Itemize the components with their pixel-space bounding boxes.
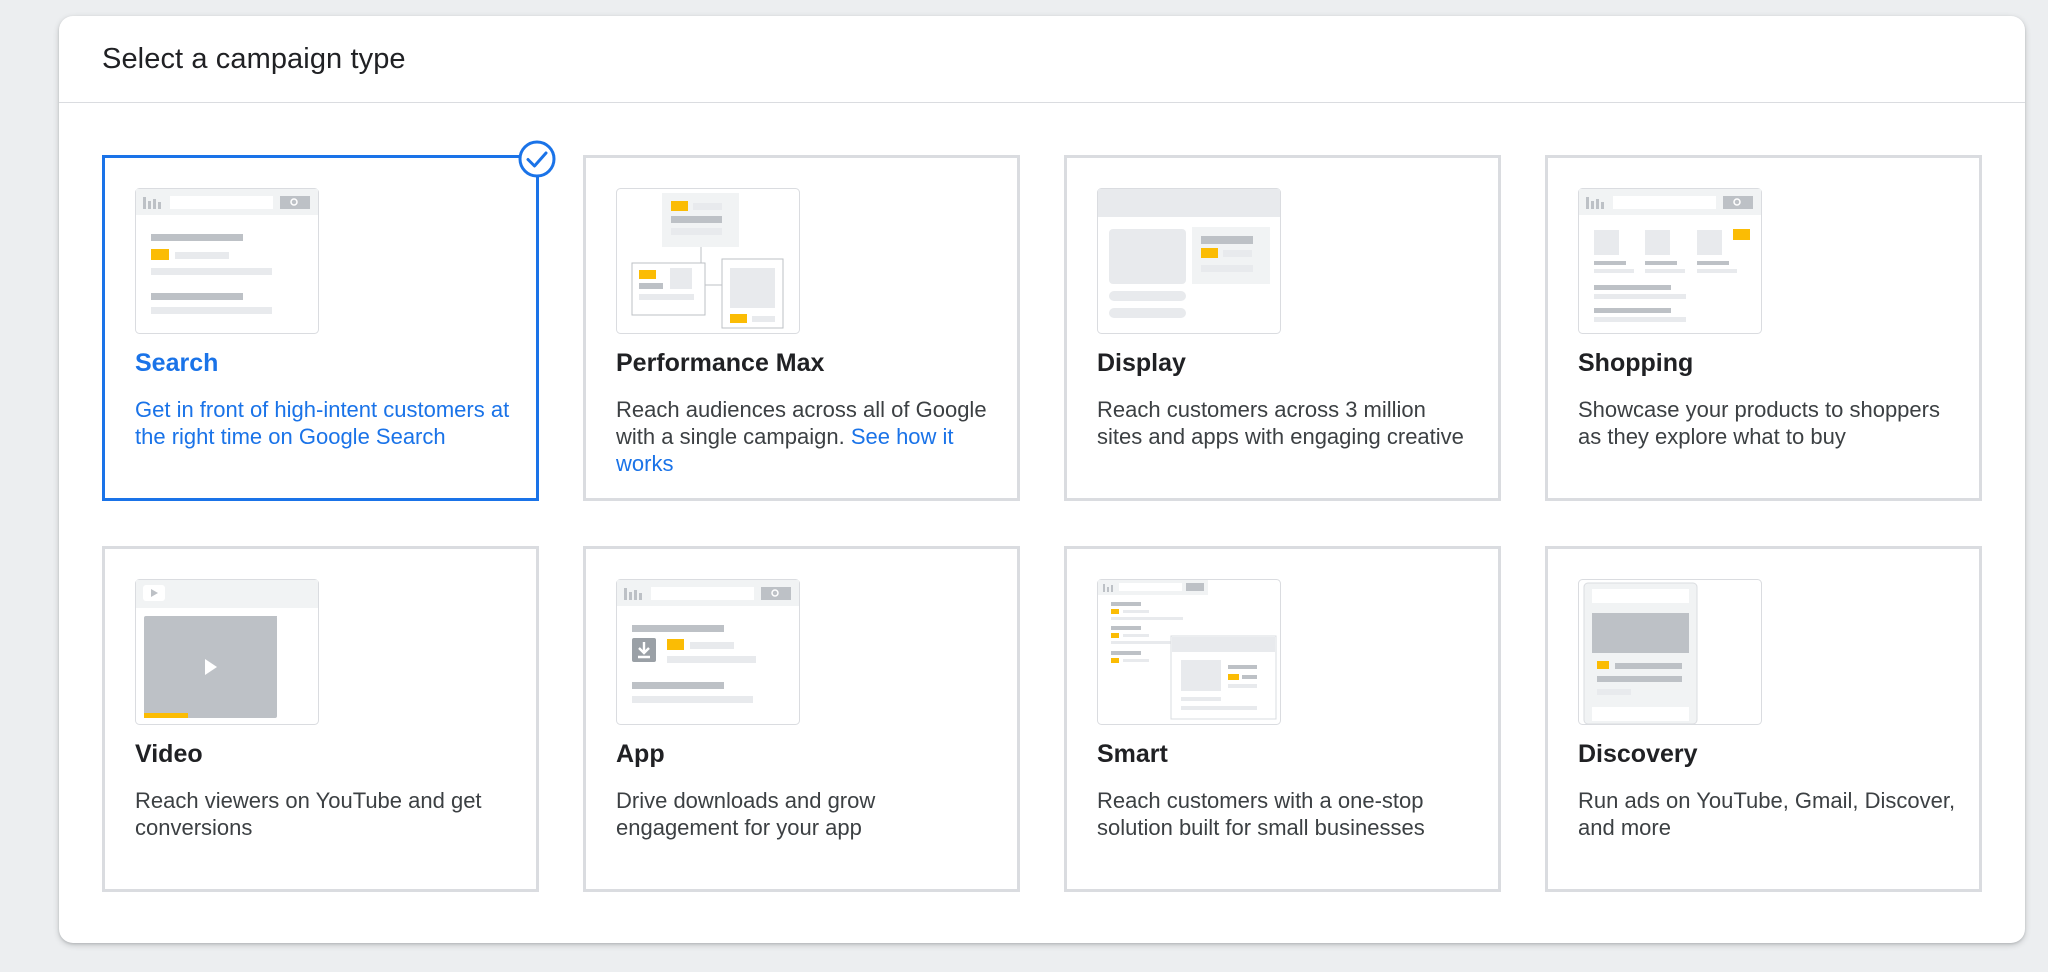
- dialog-header: Select a campaign type: [59, 16, 2025, 103]
- app-illustration: [616, 579, 800, 725]
- dialog-title: Select a campaign type: [102, 42, 406, 75]
- card-description: Drive downloads and grow engagement for …: [616, 788, 876, 840]
- card-description: Run ads on YouTube, Gmail, Discover, and…: [1578, 788, 1956, 840]
- discovery-illustration: [1578, 579, 1762, 725]
- card-title: Video: [135, 740, 203, 768]
- campaign-card-discovery[interactable]: Discovery Run ads on YouTube, Gmail, Dis…: [1545, 546, 1982, 892]
- performance-max-illustration: [616, 188, 800, 334]
- selected-check-icon: [518, 140, 556, 178]
- card-title: App: [616, 740, 665, 768]
- card-description: Reach viewers on YouTube and get convers…: [135, 788, 482, 840]
- campaign-card-search[interactable]: Search Get in front of high-intent custo…: [102, 155, 539, 501]
- campaign-card-video[interactable]: Video Reach viewers on YouTube and get c…: [102, 546, 539, 892]
- shopping-illustration: [1578, 188, 1762, 334]
- card-description: Get in front of high-intent customers at…: [135, 397, 510, 449]
- card-description: Reach customers across 3 million sites a…: [1097, 397, 1464, 449]
- card-title: Shopping: [1578, 349, 1694, 377]
- campaign-card-performance-max[interactable]: Performance Max Reach audiences across a…: [583, 155, 1020, 501]
- card-title: Search: [135, 349, 219, 377]
- smart-illustration: [1097, 579, 1281, 725]
- search-illustration: [135, 188, 319, 334]
- card-description: Showcase your products to shoppers as th…: [1578, 397, 1940, 449]
- campaign-card-app[interactable]: App Drive downloads and grow engagement …: [583, 546, 1020, 892]
- card-title: Performance Max: [616, 349, 825, 377]
- campaign-card-shopping[interactable]: Shopping Showcase your products to shopp…: [1545, 155, 1982, 501]
- card-description: Reach customers with a one-stop solution…: [1097, 788, 1425, 840]
- card-description: Reach audiences across all of Google wit…: [616, 396, 996, 477]
- display-illustration: [1097, 188, 1281, 334]
- card-title: Smart: [1097, 740, 1168, 768]
- video-illustration: [135, 579, 319, 725]
- campaign-card-smart[interactable]: Smart Reach customers with a one-stop so…: [1064, 546, 1501, 892]
- card-title: Display: [1097, 349, 1186, 377]
- card-title: Discovery: [1578, 740, 1698, 768]
- campaign-card-display[interactable]: Display Reach customers across 3 million…: [1064, 155, 1501, 501]
